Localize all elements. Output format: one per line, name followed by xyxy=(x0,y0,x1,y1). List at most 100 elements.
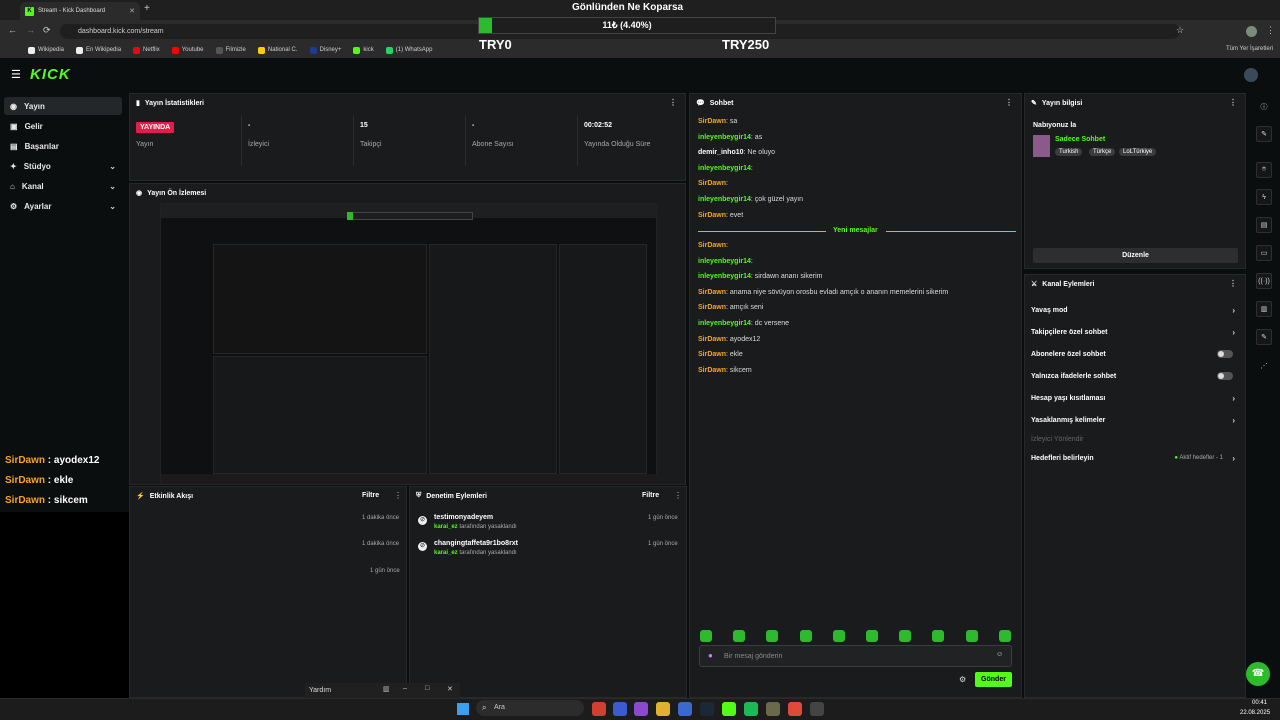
lightning-icon[interactable]: ϟ xyxy=(1256,189,1272,205)
emote-icon[interactable] xyxy=(965,630,978,642)
set-targets-row[interactable]: Hedefleri belirleyin ● Aktif hedefler - 1… xyxy=(1031,449,1239,467)
back-icon[interactable]: ← xyxy=(8,25,17,35)
taskbar-app-icon[interactable] xyxy=(678,702,692,716)
emote-icon[interactable] xyxy=(866,630,878,642)
kick-logo[interactable]: KICK xyxy=(30,66,71,83)
pen-icon[interactable]: ✎ xyxy=(1256,126,1272,142)
clock-date[interactable]: 22.08.2025 xyxy=(1240,710,1270,716)
user-avatar[interactable] xyxy=(1244,68,1258,82)
browser-menu-icon[interactable]: ⋮ xyxy=(1266,25,1275,36)
more-options-icon[interactable]: ⋮ xyxy=(1005,98,1013,107)
taskbar-app-icon[interactable] xyxy=(613,702,627,716)
hamburger-menu-icon[interactable]: ☰ xyxy=(11,68,21,81)
spotify-icon[interactable] xyxy=(744,702,758,716)
chat-username[interactable]: SirDawn xyxy=(698,367,726,374)
chat-username[interactable]: SirDawn xyxy=(698,118,726,125)
chat-username[interactable]: demir_inho10 xyxy=(698,149,744,156)
send-button[interactable]: Gönder xyxy=(975,672,1012,687)
close-icon[interactable]: ✕ xyxy=(447,685,453,693)
camera-icon[interactable]: ⌾ xyxy=(1256,162,1272,178)
chat-settings-icon[interactable]: ⚙ xyxy=(959,675,966,684)
wrench-icon[interactable]: ✎ xyxy=(1256,329,1272,345)
taskbar-app-icon[interactable] xyxy=(810,702,824,716)
bookmark-filmizle[interactable]: Filmizle xyxy=(215,46,246,54)
chrome-icon[interactable] xyxy=(788,702,802,716)
emote-icon[interactable] xyxy=(766,630,779,642)
steam-icon[interactable] xyxy=(700,702,714,716)
chat-icon[interactable]: ▭ xyxy=(1256,245,1272,261)
layout-icon[interactable]: ▥ xyxy=(1256,301,1272,317)
more-options-icon[interactable]: ⋮ xyxy=(669,98,677,107)
bookmark-star-icon[interactable]: ☆ xyxy=(1176,25,1184,36)
emote-icon[interactable] xyxy=(932,630,945,642)
chat-username[interactable]: inleyenbeygir14 xyxy=(698,273,751,280)
bookmark-youtube[interactable]: Youtube xyxy=(171,46,204,54)
more-options-icon[interactable]: ⋮ xyxy=(674,491,682,500)
layout-icon[interactable]: ▥ xyxy=(383,685,390,693)
taskbar-app-icon[interactable] xyxy=(592,702,606,716)
chat-input[interactable]: ● Bir mesaj gönderin ☺ xyxy=(699,645,1012,667)
help-label[interactable]: Yardım xyxy=(309,687,331,694)
bookmark-whatsapp[interactable]: (1) WhatsApp xyxy=(385,46,432,54)
clipboard-icon[interactable]: ▤ xyxy=(1256,217,1272,233)
slow-mode-row[interactable]: Yavaş mod › xyxy=(1031,301,1239,319)
bookmark-kick[interactable]: kick xyxy=(353,46,374,54)
chat-username[interactable]: inleyenbeygir14 xyxy=(698,320,751,327)
filter-button[interactable]: Filtre xyxy=(362,492,379,499)
reload-icon[interactable]: ⟳ xyxy=(43,25,51,36)
emote-icon[interactable] xyxy=(832,630,845,642)
chat-username[interactable]: SirDawn xyxy=(698,351,726,358)
profile-avatar[interactable] xyxy=(1246,26,1257,37)
minimize-icon[interactable]: – xyxy=(403,685,407,692)
clock-time[interactable]: 00:41 xyxy=(1252,700,1267,706)
forward-icon[interactable]: → xyxy=(26,25,35,35)
taskbar-app-icon[interactable] xyxy=(634,702,648,716)
sidebar-item-stream[interactable]: ◉ Yayın xyxy=(4,97,122,115)
emote-icon[interactable] xyxy=(700,630,712,642)
sidebar-item-achievements[interactable]: ▤ Başarılar xyxy=(4,137,122,155)
more-options-icon[interactable]: ⋮ xyxy=(1229,279,1237,288)
support-chat-button[interactable]: ☎ xyxy=(1246,662,1270,686)
maximize-icon[interactable]: □ xyxy=(425,685,429,692)
chat-username[interactable]: SirDawn xyxy=(698,242,726,249)
chat-username[interactable]: SirDawn xyxy=(698,304,726,311)
bookmark-en-wikipedia[interactable]: En Wikipedia xyxy=(76,46,121,54)
subscribers-only-toggle[interactable] xyxy=(1217,350,1233,358)
microphone-icon[interactable]: ● xyxy=(708,651,713,660)
folder-icon[interactable] xyxy=(656,702,670,716)
chat-username[interactable]: inleyenbeygir14 xyxy=(698,165,751,172)
emoji-icon[interactable]: ☺ xyxy=(996,651,1003,658)
sidebar-item-revenue[interactable]: ▣ Gelir xyxy=(4,117,122,135)
all-bookmarks-link[interactable]: Tüm Yer İşaretleri xyxy=(1226,46,1273,52)
bookmark-disney[interactable]: Disney+ xyxy=(309,46,341,54)
chat-username[interactable]: inleyenbeygir14 xyxy=(698,196,751,203)
taskbar-app-icon[interactable] xyxy=(766,702,780,716)
chat-username[interactable]: SirDawn xyxy=(698,180,726,187)
more-options-icon[interactable]: ⋮ xyxy=(1229,98,1237,107)
broadcast-icon[interactable]: ((·)) xyxy=(1256,273,1272,289)
filter-button[interactable]: Filtre xyxy=(642,492,659,499)
more-options-icon[interactable]: ⋮ xyxy=(394,491,402,500)
stream-category[interactable]: Sadece Sohbet xyxy=(1055,136,1105,143)
sidebar-item-studio[interactable]: ✦ Stüdyo ⌄ xyxy=(4,157,122,175)
chat-username[interactable]: SirDawn xyxy=(698,212,726,219)
kick-icon[interactable] xyxy=(722,702,736,716)
bookmark-netflix[interactable]: Netflix xyxy=(133,46,160,54)
emote-icon[interactable] xyxy=(998,630,1011,642)
stream-preview-video[interactable] xyxy=(160,203,658,483)
chat-username[interactable]: inleyenbeygir14 xyxy=(698,134,751,141)
chat-username[interactable]: SirDawn xyxy=(698,336,726,343)
sidebar-item-channel[interactable]: ⌂ Kanal ⌄ xyxy=(4,177,122,195)
emote-icon[interactable] xyxy=(799,630,812,642)
followers-only-row[interactable]: Takipçilere özel sohbet › xyxy=(1031,323,1239,341)
share-icon[interactable]: ⋰ xyxy=(1256,358,1272,374)
chat-username[interactable]: inleyenbeygir14 xyxy=(698,258,751,265)
tab-close-icon[interactable]: ✕ xyxy=(129,7,135,15)
account-age-row[interactable]: Hesap yaşı kısıtlaması › xyxy=(1031,389,1239,407)
banned-words-row[interactable]: Yasaklanmış kelimeler › xyxy=(1031,411,1239,429)
taskbar-search[interactable]: ⌕ Ara xyxy=(476,700,584,716)
new-tab-button[interactable]: + xyxy=(144,3,150,14)
emotes-only-toggle[interactable] xyxy=(1217,372,1233,380)
start-icon[interactable] xyxy=(457,703,469,715)
emote-icon[interactable] xyxy=(733,630,746,642)
